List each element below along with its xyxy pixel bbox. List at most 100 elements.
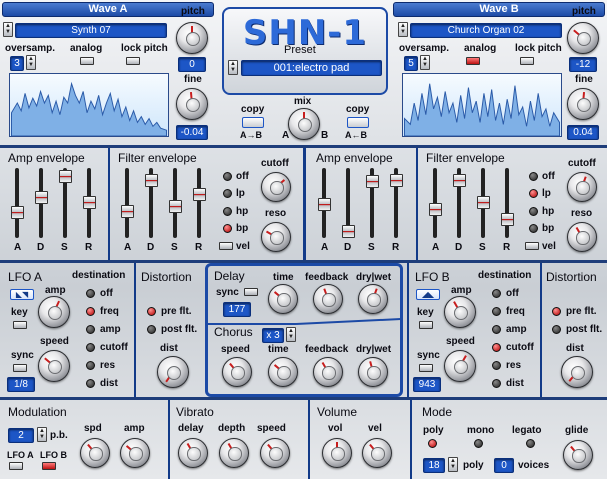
- mod-lfo-a-toggle[interactable]: [9, 462, 23, 470]
- filter-b-off-led[interactable]: [529, 172, 538, 181]
- wave-b-prev-spinner[interactable]: ▲ ▼: [398, 22, 408, 37]
- filter-b-vel-toggle[interactable]: [525, 242, 539, 250]
- lfo-a-dest-dist-led[interactable]: [86, 379, 95, 388]
- mod-spd-knob[interactable]: [80, 438, 110, 468]
- lfo-a-speed-knob[interactable]: [38, 350, 70, 382]
- wave-a-prev-spinner[interactable]: ▲ ▼: [3, 22, 13, 37]
- poly-count-value[interactable]: 18: [423, 458, 445, 473]
- filter-a-release-slider[interactable]: [193, 188, 206, 201]
- lfo-a-dest-cutoff-led[interactable]: [86, 343, 95, 352]
- filter-a-vel-toggle[interactable]: [219, 242, 233, 250]
- preset-spinner[interactable]: ▲ ▼: [228, 60, 238, 75]
- amp-b-attack-slider[interactable]: [318, 198, 331, 211]
- vibrato-speed-knob[interactable]: [260, 438, 290, 468]
- amp-a-attack-slider[interactable]: [11, 206, 24, 219]
- oversamp-b-value[interactable]: 5: [404, 56, 418, 71]
- filter-a-lp-led[interactable]: [223, 189, 232, 198]
- lfo-b-sync-value[interactable]: 943: [413, 377, 441, 392]
- volume-vol-knob[interactable]: [322, 438, 352, 468]
- fine-b-knob[interactable]: [567, 88, 599, 120]
- wave-b-name[interactable]: Church Organ 02: [410, 23, 562, 38]
- mod-lfo-b-toggle[interactable]: [42, 462, 56, 470]
- dist-b-pre-led[interactable]: [552, 307, 561, 316]
- reso-b-knob[interactable]: [567, 222, 597, 252]
- delay-sync-value[interactable]: 177: [223, 302, 251, 317]
- filter-a-off-led[interactable]: [223, 172, 232, 181]
- lfo-b-dest-cutoff-led[interactable]: [492, 343, 501, 352]
- lfo-a-shape-button[interactable]: ◣◥: [10, 289, 34, 300]
- mode-legato-led[interactable]: [526, 439, 535, 448]
- filter-a-attack-slider[interactable]: [121, 205, 134, 218]
- filter-b-hp-led[interactable]: [529, 207, 538, 216]
- preset-select[interactable]: 001:electro pad: [241, 60, 382, 76]
- cutoff-a-knob[interactable]: [261, 172, 291, 202]
- lfo-b-dest-freq-led[interactable]: [492, 307, 501, 316]
- reso-a-knob[interactable]: [261, 222, 291, 252]
- lfo-b-key-toggle[interactable]: [419, 321, 433, 329]
- lfo-a-dest-off-led[interactable]: [86, 289, 95, 298]
- dist-a-pre-led[interactable]: [147, 307, 156, 316]
- dist-b-post-led[interactable]: [552, 325, 561, 334]
- oversamp-b-spinner[interactable]: ▲ ▼: [420, 55, 430, 70]
- amp-b-sustain-slider[interactable]: [366, 175, 379, 188]
- fine-knob[interactable]: [176, 88, 208, 120]
- chorus-speed-knob[interactable]: [222, 357, 252, 387]
- lfo-a-amp-knob[interactable]: [38, 296, 70, 328]
- analog-b-toggle[interactable]: [466, 57, 480, 65]
- vibrato-depth-knob[interactable]: [219, 438, 249, 468]
- delay-drywet-knob[interactable]: [358, 284, 388, 314]
- lock-pitch-b-toggle[interactable]: [520, 57, 534, 65]
- amp-a-decay-slider[interactable]: [35, 191, 48, 204]
- amp-b-release-slider[interactable]: [390, 174, 403, 187]
- filter-b-sustain-slider[interactable]: [477, 196, 490, 209]
- filter-b-attack-slider[interactable]: [429, 203, 442, 216]
- mix-knob[interactable]: [288, 108, 320, 140]
- volume-vel-knob[interactable]: [362, 438, 392, 468]
- modulation-spinner[interactable]: ▲ ▼: [37, 427, 47, 442]
- chorus-time-knob[interactable]: [268, 357, 298, 387]
- cutoff-b-knob[interactable]: [567, 172, 597, 202]
- chorus-feedback-knob[interactable]: [313, 357, 343, 387]
- dist-b-knob[interactable]: [561, 356, 593, 388]
- filter-b-bp-led[interactable]: [529, 224, 538, 233]
- oversamp-spinner[interactable]: ▲ ▼: [26, 55, 36, 70]
- copy-a-to-b-button[interactable]: [242, 117, 264, 128]
- lfo-b-shape-button[interactable]: ◢◣: [416, 289, 440, 300]
- lfo-a-sync-toggle[interactable]: [13, 364, 27, 372]
- wave-a-name[interactable]: Synth 07: [15, 23, 167, 38]
- lfo-b-sync-toggle[interactable]: [419, 364, 433, 372]
- amp-a-sustain-slider[interactable]: [59, 170, 72, 183]
- dist-a-post-led[interactable]: [147, 325, 156, 334]
- lfo-a-dest-freq-led[interactable]: [86, 307, 95, 316]
- lfo-b-amp-knob[interactable]: [444, 296, 476, 328]
- lfo-a-key-toggle[interactable]: [13, 321, 27, 329]
- amp-a-release-slider[interactable]: [83, 196, 96, 209]
- delay-time-knob[interactable]: [268, 284, 298, 314]
- mode-mono-led[interactable]: [474, 439, 483, 448]
- lfo-a-dest-res-led[interactable]: [86, 361, 95, 370]
- vibrato-delay-knob[interactable]: [178, 438, 208, 468]
- analog-toggle[interactable]: [80, 57, 94, 65]
- filter-b-release-slider[interactable]: [501, 213, 514, 226]
- filter-a-sustain-slider[interactable]: [169, 200, 182, 213]
- pitch-knob[interactable]: [176, 22, 208, 54]
- filter-b-lp-led[interactable]: [529, 189, 538, 198]
- modulation-value[interactable]: 2: [8, 428, 34, 443]
- lfo-b-dest-dist-led[interactable]: [492, 379, 501, 388]
- lfo-b-dest-res-led[interactable]: [492, 361, 501, 370]
- lfo-a-sync-value[interactable]: 1/8: [7, 377, 35, 392]
- poly-count-spinner[interactable]: ▲ ▼: [448, 457, 458, 472]
- filter-a-decay-slider[interactable]: [145, 174, 158, 187]
- dist-a-knob[interactable]: [157, 356, 189, 388]
- filter-a-bp-led[interactable]: [223, 224, 232, 233]
- lfo-b-dest-amp-led[interactable]: [492, 325, 501, 334]
- mod-amp-knob[interactable]: [120, 438, 150, 468]
- glide-knob[interactable]: [563, 440, 593, 470]
- copy-b-to-a-button[interactable]: [347, 117, 369, 128]
- pitch-b-knob[interactable]: [567, 22, 599, 54]
- lfo-a-dest-amp-led[interactable]: [86, 325, 95, 334]
- lock-pitch-toggle[interactable]: [126, 57, 140, 65]
- filter-a-hp-led[interactable]: [223, 207, 232, 216]
- delay-feedback-knob[interactable]: [313, 284, 343, 314]
- chorus-mult-spinner[interactable]: ▲ ▼: [286, 327, 296, 342]
